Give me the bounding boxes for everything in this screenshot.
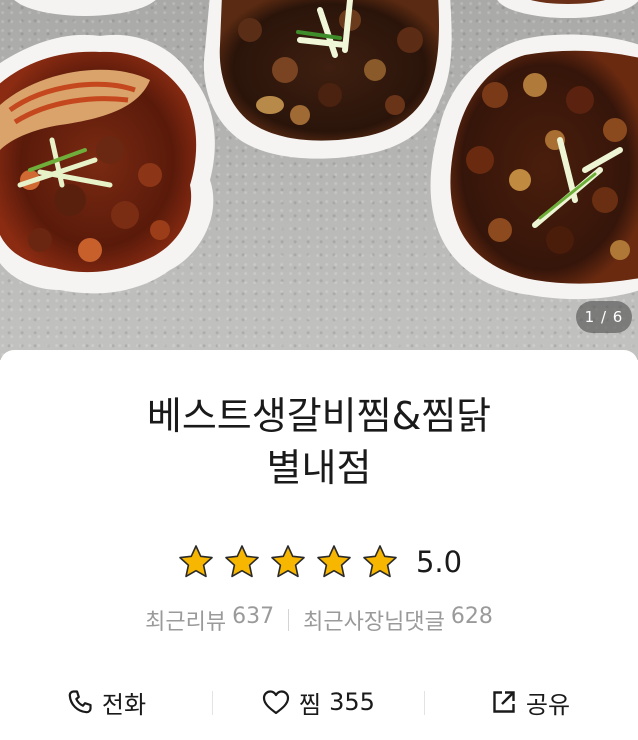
recent-reviews-count: 637 bbox=[232, 604, 275, 629]
owner-replies-link[interactable]: 최근사장님댓글 628 bbox=[303, 604, 493, 636]
star-icon bbox=[317, 545, 351, 578]
review-stats: 최근리뷰 637 최근사장님댓글 628 bbox=[0, 604, 638, 636]
image-counter: 1 / 6 bbox=[576, 301, 632, 333]
restaurant-name-line2: 별내점 bbox=[266, 446, 372, 490]
call-label: 전화 bbox=[101, 690, 147, 719]
restaurant-name-line1: 베스트생갈비찜&찜닭 bbox=[146, 394, 492, 438]
star-icon bbox=[363, 545, 397, 578]
star-icon bbox=[179, 545, 213, 578]
recent-reviews-link[interactable]: 최근리뷰 637 bbox=[145, 604, 274, 636]
owner-replies-count: 628 bbox=[450, 604, 493, 629]
call-button[interactable]: 전화 bbox=[0, 685, 212, 720]
like-button[interactable]: 찜 355 bbox=[212, 685, 424, 720]
owner-replies-label: 최근사장님댓글 bbox=[303, 610, 445, 635]
food-photo bbox=[0, 0, 638, 300]
rating-row: 5.0 bbox=[0, 542, 638, 582]
like-label: 찜 bbox=[299, 690, 322, 719]
phone-icon bbox=[66, 688, 94, 716]
star-icon bbox=[271, 545, 305, 578]
recent-reviews-label: 최근리뷰 bbox=[145, 610, 227, 635]
share-icon bbox=[490, 688, 518, 716]
share-button[interactable]: 공유 bbox=[424, 685, 636, 720]
rating-value: 5.0 bbox=[415, 545, 463, 579]
heart-icon bbox=[261, 688, 291, 716]
star-icon bbox=[225, 545, 259, 578]
like-count: 355 bbox=[329, 688, 375, 716]
restaurant-name: 베스트생갈비찜&찜닭 별내점 bbox=[0, 390, 638, 494]
action-bar: 전화 찜 355 공유 bbox=[0, 682, 638, 722]
stats-divider bbox=[288, 609, 290, 631]
restaurant-info-card: 베스트생갈비찜&찜닭 별내점 5.0 최근리뷰 637 최근사장님댓글 628 … bbox=[0, 350, 638, 740]
restaurant-photo-gallery[interactable]: 1 / 6 bbox=[0, 0, 638, 360]
share-label: 공유 bbox=[525, 690, 571, 719]
